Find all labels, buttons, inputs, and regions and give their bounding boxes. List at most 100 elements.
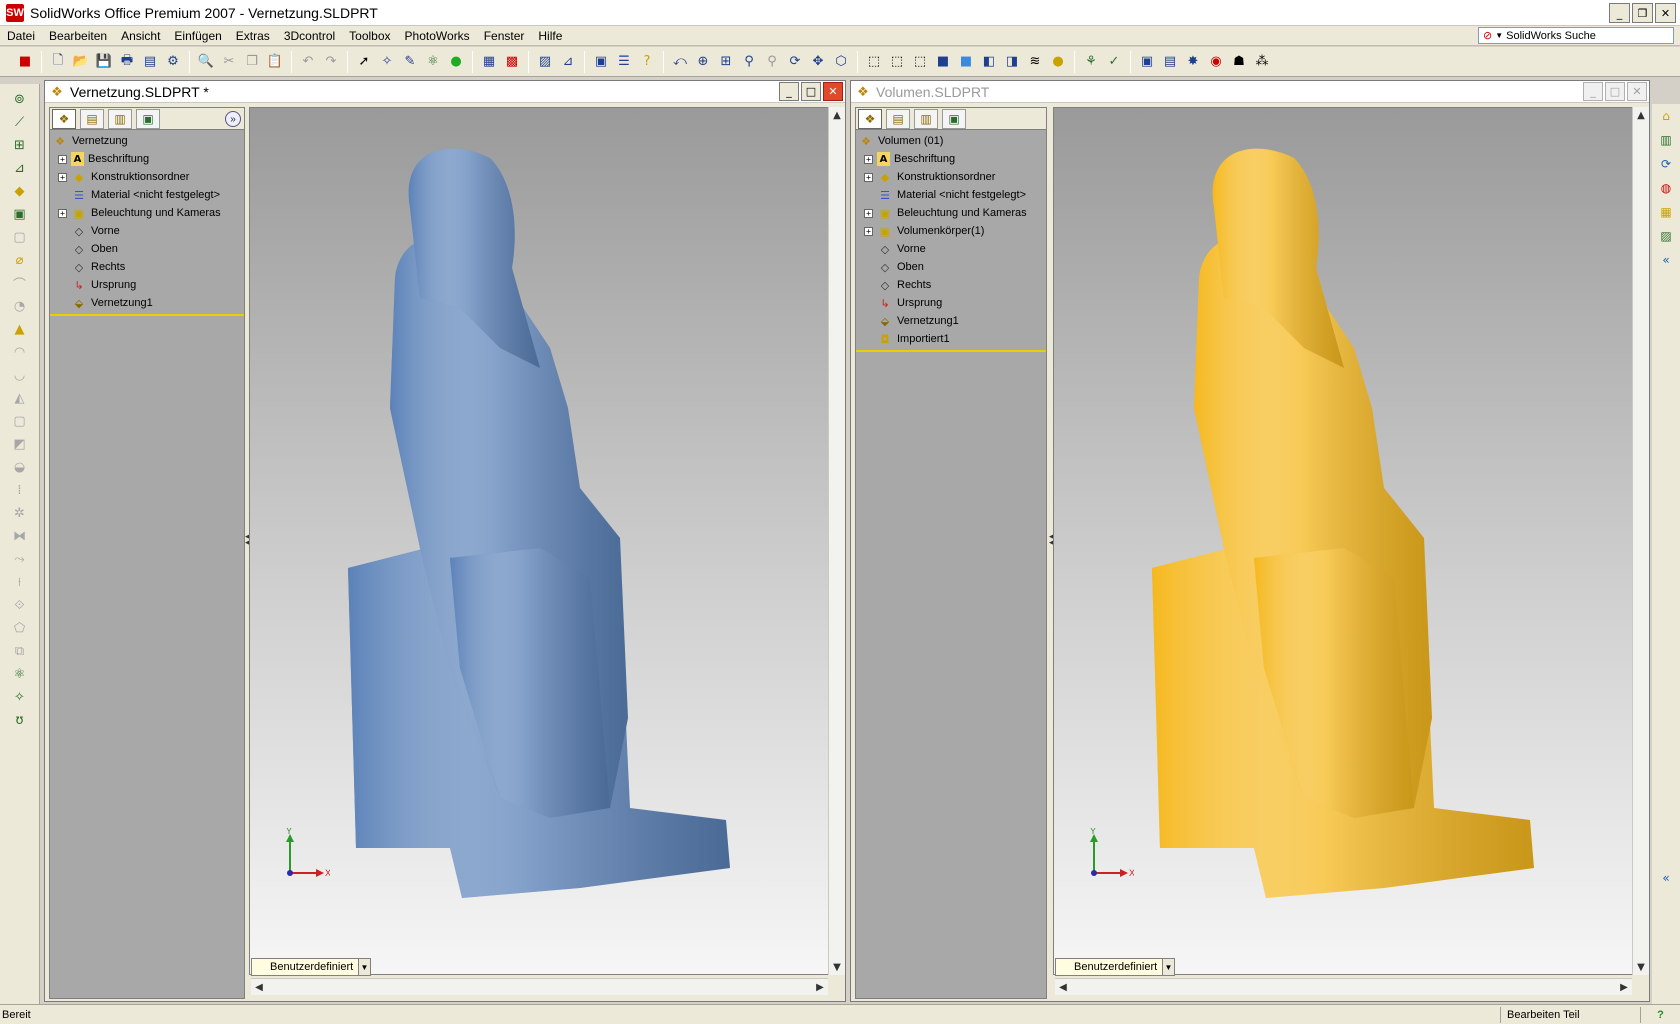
tree-item[interactable]: + ▣ Beleuchtung und Kameras [50, 204, 244, 222]
scroll-up-icon[interactable]: ▲ [1633, 107, 1649, 123]
collapse-pane-icon[interactable]: « [1656, 250, 1676, 270]
hidden-lines-removed-icon[interactable]: ⬚ [909, 51, 931, 73]
help-status-icon[interactable]: ? [1640, 1006, 1680, 1023]
menu-photoworks[interactable]: PhotoWorks [398, 29, 477, 43]
photoworks-render-icon[interactable]: ▣ [1136, 51, 1158, 73]
tree-item[interactable]: ☰ Material <nicht festgelegt> [856, 186, 1046, 204]
tree-item[interactable]: ◇ Oben [50, 240, 244, 258]
photoworks-lights-icon[interactable]: ☗ [1228, 51, 1250, 73]
draft-icon[interactable]: ▲ [9, 318, 31, 340]
open-folder-icon[interactable]: 📂 [70, 51, 92, 73]
close-button[interactable]: ✕ [1655, 3, 1676, 23]
scroll-right-icon[interactable]: ▶ [812, 979, 828, 995]
instant3d-icon[interactable]: ⚛ [9, 663, 31, 685]
featuremanager-tab-icon[interactable]: ❖ [858, 108, 882, 129]
expand-toggle-icon[interactable]: + [864, 154, 873, 164]
restore-button[interactable]: ❐ [1632, 3, 1653, 23]
menu-bearbeiten[interactable]: Bearbeiten [42, 29, 114, 43]
doc-close-button[interactable]: ✕ [823, 82, 843, 101]
minimize-button[interactable]: _ [1609, 3, 1630, 23]
make-drawing-icon[interactable]: ▤ [139, 51, 161, 73]
list-icon[interactable]: ☰ [613, 51, 635, 73]
rollback-bar[interactable] [856, 350, 1046, 352]
solid-model-statue[interactable] [1054, 108, 1633, 975]
photoworks-scene-icon[interactable]: ▤ [1159, 51, 1181, 73]
menu-3dcontrol[interactable]: 3Dcontrol [277, 29, 342, 43]
print-preview-icon[interactable]: 🔍 [195, 51, 217, 73]
zoom-inout-icon[interactable]: ⚲ [738, 51, 760, 73]
scroll-down-icon[interactable]: ▼ [1633, 959, 1649, 975]
photoworks-decal-icon[interactable]: ✸ [1182, 51, 1204, 73]
expand-toggle-icon[interactable]: + [58, 172, 67, 182]
rotate-view-icon[interactable]: ⟳ [784, 51, 806, 73]
tree-item[interactable]: ◇ Vorne [856, 240, 1046, 258]
tree-item[interactable]: ⬙ Vernetzung1 [856, 312, 1046, 330]
file-explorer-icon[interactable]: ⟳ [1656, 154, 1676, 174]
collapse-pane-bottom-icon[interactable]: « [1656, 868, 1676, 888]
configurationmanager-tab-icon[interactable]: ▥ [914, 108, 938, 129]
photoworks-tab-icon[interactable]: ▣ [942, 108, 966, 129]
sketch-toolbar-icon[interactable]: ⊚ [9, 88, 31, 110]
3dcontrol-icon[interactable]: ⚘ [1080, 51, 1102, 73]
doc-minimize-button[interactable]: _ [779, 82, 799, 101]
featuremanager-tab-icon[interactable]: ❖ [52, 108, 76, 129]
swept-boss-icon[interactable]: ⌀ [9, 249, 31, 271]
realview-icon[interactable]: ● [1047, 51, 1069, 73]
print-icon[interactable]: 🖶 [116, 51, 138, 73]
expand-toggle-icon[interactable]: + [864, 226, 873, 236]
dimension-icon[interactable]: ⊿ [9, 157, 31, 179]
smart-dimension-icon[interactable]: ⚛ [422, 51, 444, 73]
save-icon[interactable]: 💾 [93, 51, 115, 73]
view-orientation-icon[interactable]: ⬡ [830, 51, 852, 73]
menu-einfuegen[interactable]: Einfügen [167, 29, 228, 43]
design-library-icon[interactable]: ▥ [1656, 130, 1676, 150]
rebuild-icon[interactable]: ■ [14, 51, 36, 73]
section-view-icon[interactable]: ◨ [1001, 51, 1023, 73]
tree-item[interactable]: ◇ Rechts [856, 276, 1046, 294]
select-filter-icon[interactable]: ✧ [376, 51, 398, 73]
reference-geometry-icon[interactable]: ◆ [9, 180, 31, 202]
new-document-icon[interactable]: 🗋 [47, 51, 69, 73]
tree-item[interactable]: ◇ Oben [856, 258, 1046, 276]
redo-icon[interactable]: ↷ [320, 51, 342, 73]
shadows-icon[interactable]: ◧ [978, 51, 1000, 73]
horizontal-scrollbar[interactable]: ◀ ▶ [1055, 978, 1632, 995]
tree-item[interactable]: + ◆ Konstruktionsordner [50, 168, 244, 186]
mesh-model-statue[interactable] [250, 108, 829, 975]
vertical-scrollbar[interactable]: ▲ ▼ [828, 107, 845, 975]
undo-icon[interactable]: ↶ [297, 51, 319, 73]
graphics-area[interactable]: Y X [1053, 107, 1633, 975]
propertymanager-tab-icon[interactable]: ▤ [80, 108, 104, 129]
help-icon[interactable]: ? [636, 51, 658, 73]
scroll-up-icon[interactable]: ▲ [829, 107, 845, 123]
tree-item[interactable]: + ▣ Beleuchtung und Kameras [856, 204, 1046, 222]
tree-item[interactable]: ❖ Vernetzung [50, 132, 244, 150]
configurationmanager-tab-icon[interactable]: ▥ [108, 108, 132, 129]
expand-toggle-icon[interactable]: + [58, 208, 67, 218]
pan-icon[interactable]: ✥ [807, 51, 829, 73]
menu-extras[interactable]: Extras [229, 29, 277, 43]
extruded-boss-icon[interactable]: ▣ [9, 203, 31, 225]
menu-fenster[interactable]: Fenster [477, 29, 532, 43]
scroll-left-icon[interactable]: ◀ [1055, 979, 1071, 995]
search-pane-icon[interactable]: ◍ [1656, 178, 1676, 198]
expand-toggle-icon[interactable]: + [864, 208, 873, 218]
zoom-area-icon[interactable]: ⊞ [715, 51, 737, 73]
menu-ansicht[interactable]: Ansicht [114, 29, 167, 43]
tree-item[interactable]: + A Beschriftung [50, 150, 244, 168]
tree-item[interactable]: ◇ Vorne [50, 222, 244, 240]
select-pointer-icon[interactable]: ➚ [353, 51, 375, 73]
curves-icon[interactable]: ✧ [9, 686, 31, 708]
photoworks-tab-icon[interactable]: ▣ [136, 108, 160, 129]
tree-item[interactable]: ◇ Rechts [50, 258, 244, 276]
graphics-area[interactable]: Y X [249, 107, 829, 975]
cut-icon[interactable]: ✂ [218, 51, 240, 73]
menu-hilfe[interactable]: Hilfe [531, 29, 569, 43]
scroll-right-icon[interactable]: ▶ [1616, 979, 1632, 995]
photoworks-material-icon[interactable]: ◉ [1205, 51, 1227, 73]
zoom-fit-icon[interactable]: ⊕ [692, 51, 714, 73]
tree-item[interactable]: + ◆ Konstruktionsordner [856, 168, 1046, 186]
scroll-left-icon[interactable]: ◀ [251, 979, 267, 995]
layers-icon[interactable]: ▨ [534, 51, 556, 73]
doc-close-button[interactable]: ✕ [1627, 82, 1647, 101]
